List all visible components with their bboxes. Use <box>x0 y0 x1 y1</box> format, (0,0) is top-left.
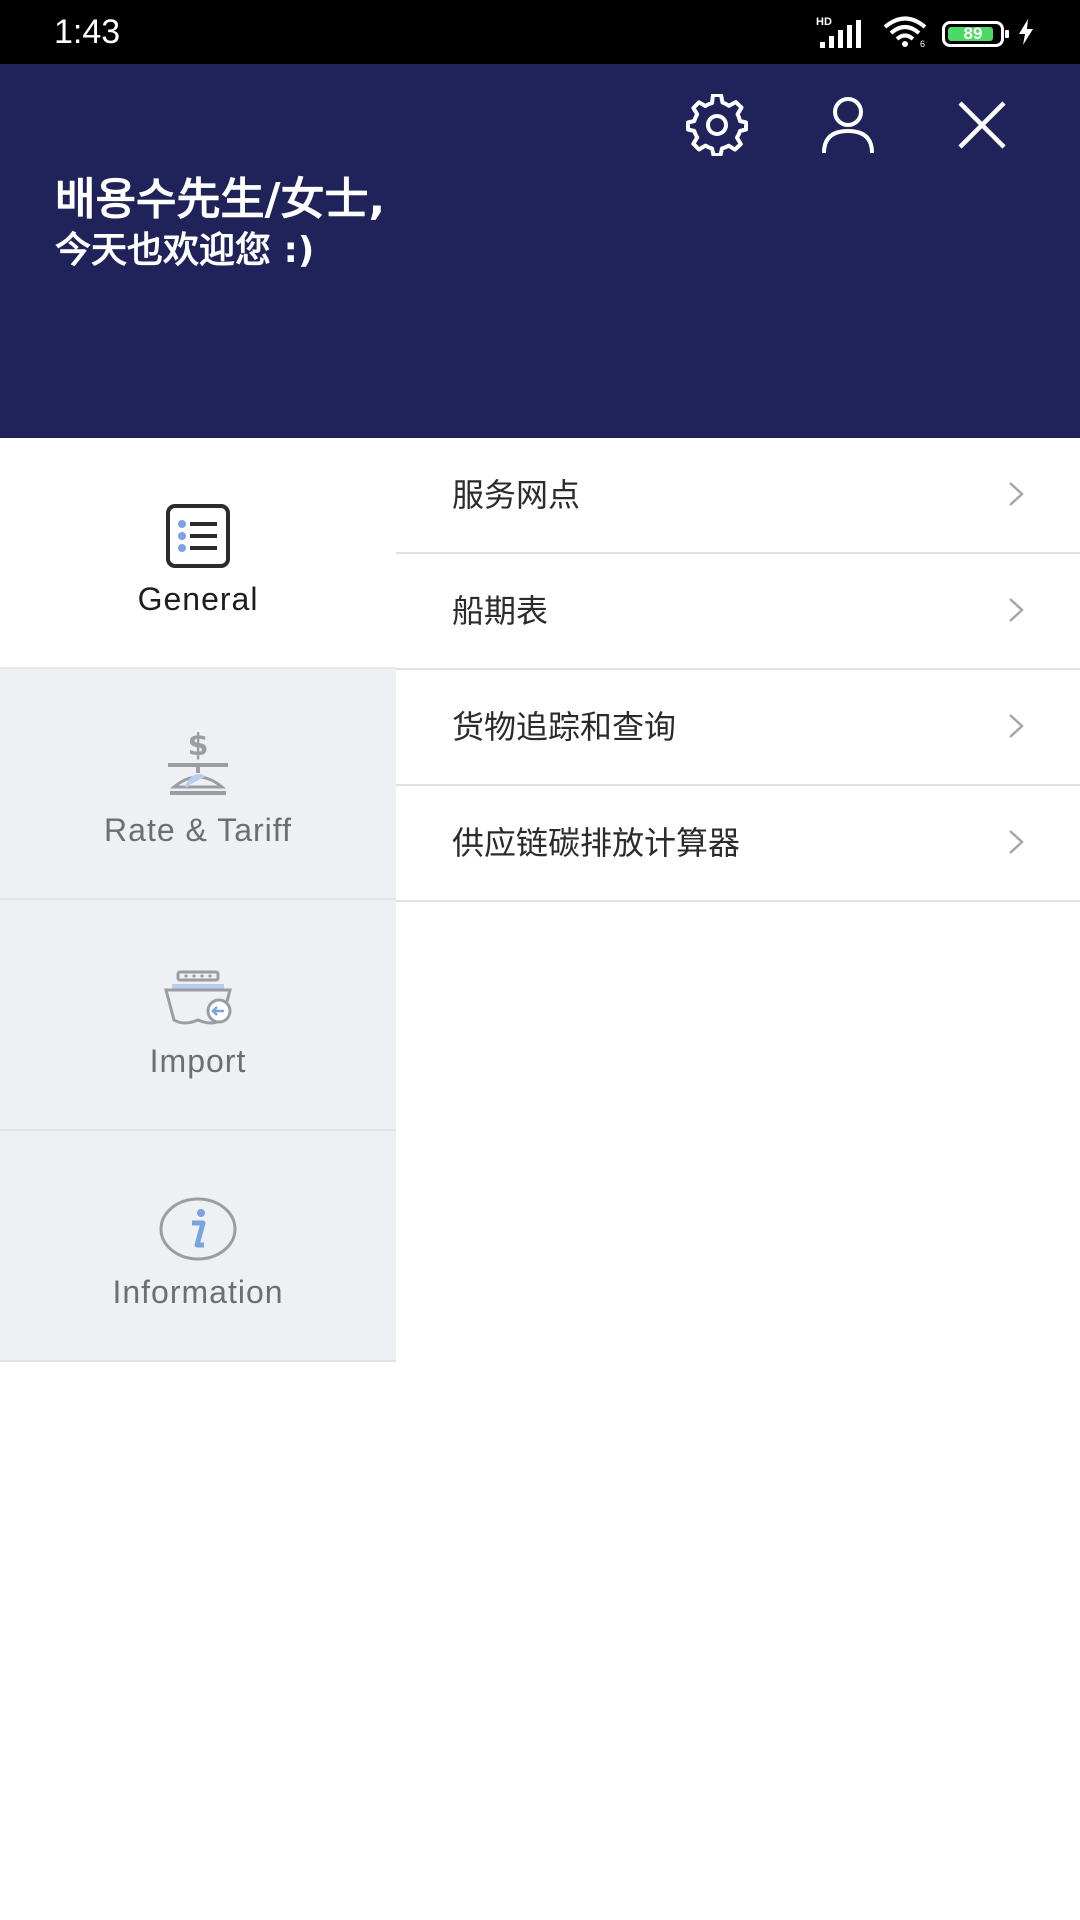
menu-item-label: 船期表 <box>452 592 549 630</box>
svg-text:6: 6 <box>920 39 925 48</box>
tab-import-label: Import <box>149 1043 247 1079</box>
chevron-right-icon <box>1006 711 1028 741</box>
user-icon[interactable] <box>815 92 881 158</box>
battery-icon: 89 <box>942 21 1009 47</box>
signal-icon: HD <box>816 16 868 50</box>
ship-import-icon <box>156 958 240 1042</box>
menu-item-schedule[interactable]: 船期表 <box>396 554 1080 670</box>
info-icon <box>156 1189 240 1273</box>
chevron-right-icon <box>1006 595 1028 625</box>
list-icon <box>156 496 240 580</box>
menu-item-cargo-tracking[interactable]: 货物追踪和查询 <box>396 670 1080 786</box>
menu-item-label: 供应链碳排放计算器 <box>452 824 741 862</box>
chevron-right-icon <box>1006 479 1028 509</box>
wifi-icon: 6 <box>882 16 928 52</box>
menu-item-label: 服务网点 <box>452 476 581 514</box>
greeting-name: 배용수先生/女士, <box>55 174 386 225</box>
svg-text:$: $ <box>188 728 209 763</box>
header: 배용수先生/女士, 今天也欢迎您 :) <box>0 64 1080 438</box>
tab-information-label: Information <box>112 1274 284 1310</box>
status-icons: HD 6 89 <box>816 16 1034 52</box>
scale-dollar-icon: $ <box>156 727 240 811</box>
tab-import[interactable]: Import <box>0 900 396 1131</box>
tab-rate-tariff[interactable]: $ Rate & Tariff <box>0 669 396 900</box>
close-icon[interactable] <box>949 92 1015 158</box>
greeting-subtitle: 今天也欢迎您 :) <box>55 230 315 271</box>
category-list: General $ Rate & Tariff Import Informati… <box>0 438 396 1362</box>
menu-list: 服务网点 船期表 货物追踪和查询 供应链碳排放计算器 <box>396 438 1080 902</box>
charging-icon <box>1018 19 1034 49</box>
tab-information[interactable]: Information <box>0 1131 396 1362</box>
battery-level: 89 <box>963 24 983 43</box>
chevron-right-icon <box>1006 827 1028 857</box>
status-time: 1:43 <box>54 13 121 51</box>
tab-rate-tariff-label: Rate & Tariff <box>104 812 292 848</box>
menu-item-service-locations[interactable]: 服务网点 <box>396 438 1080 554</box>
menu-item-carbon-calculator[interactable]: 供应链碳排放计算器 <box>396 786 1080 902</box>
menu-item-label: 货物追踪和查询 <box>452 708 677 746</box>
tab-general-label: General <box>137 581 259 617</box>
gear-icon[interactable] <box>684 92 750 158</box>
tab-general[interactable]: General <box>0 438 396 669</box>
status-bar: 1:43 HD 6 89 <box>0 0 1080 64</box>
